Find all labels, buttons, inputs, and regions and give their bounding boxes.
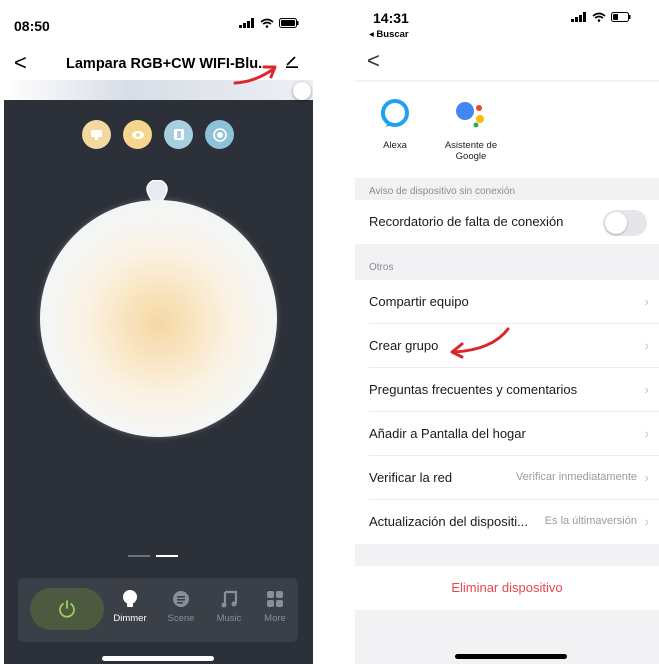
tab-label: Dimmer [113, 613, 147, 624]
status-time: 08:50 [14, 18, 50, 34]
offline-reminder-switch[interactable] [603, 210, 647, 236]
row-label: Compartir equipo [369, 294, 469, 309]
section-label-offline: Aviso de dispositivo sin conexión [369, 186, 516, 197]
switch-knob [605, 212, 627, 234]
battery-icon [279, 18, 299, 28]
back-icon[interactable]: < [14, 52, 27, 74]
tab-label: Scene [167, 613, 195, 624]
assistant-label: Alexa [383, 140, 407, 151]
page-dot-active[interactable] [156, 555, 178, 557]
row-firmware-update[interactable]: Actualización del dispositi... Es la últ… [355, 500, 659, 544]
status-icons [239, 18, 299, 28]
back-icon[interactable]: < [367, 50, 380, 72]
tab-dimmer[interactable]: Dimmer [110, 588, 150, 624]
bottom-tab-bar: Dimmer Scene Music More [18, 578, 298, 642]
tab-more[interactable]: More [255, 588, 295, 624]
strip-knob[interactable] [293, 82, 311, 100]
chevron-right-icon: › [644, 381, 649, 397]
status-time: 14:31 [373, 10, 409, 26]
row-label: Recordatorio de falta de conexión [369, 214, 564, 229]
eye-icon[interactable] [123, 120, 152, 149]
row-label: Verificar la red [369, 470, 453, 485]
tab-label: Music [216, 613, 242, 624]
power-icon [59, 600, 75, 618]
power-button[interactable] [30, 588, 104, 630]
row-label: Crear grupo [369, 338, 439, 353]
signal-icon [571, 12, 586, 22]
back-to-search-link[interactable]: ◂ Buscar [369, 29, 409, 40]
row-share-device[interactable]: Compartir equipo › [355, 280, 659, 324]
wifi-icon [260, 18, 274, 28]
white-light-icon[interactable] [82, 120, 111, 149]
red-arrow-annotation [233, 65, 277, 85]
row-value: Es la últimaversión [544, 515, 637, 527]
chevron-right-icon: › [644, 513, 649, 529]
row-offline-reminder[interactable]: Recordatorio de falta de conexión [355, 200, 659, 244]
chevron-right-icon: › [644, 337, 649, 353]
signal-icon [239, 18, 254, 28]
settings-header: 14:31 ◂ Buscar < [355, 0, 659, 80]
row-label: Añadir a Pantalla del hogar [369, 426, 526, 441]
red-arrow-annotation [450, 327, 510, 359]
light-mode-icons [82, 120, 234, 149]
color-temperature-wheel[interactable] [40, 200, 277, 437]
scene-icon [173, 591, 189, 607]
tab-label: More [264, 613, 286, 624]
section-label-others: Otros [369, 262, 394, 273]
row-label: Preguntas frecuentes y comentarios [369, 382, 578, 397]
google-assistant-icon [456, 102, 484, 128]
tab-scene[interactable]: Scene [161, 588, 201, 624]
alexa-icon [381, 99, 409, 127]
assistant-label: Asistente de Google [444, 140, 498, 162]
row-faq[interactable]: Preguntas frecuentes y comentarios › [355, 368, 659, 412]
home-indicator [455, 654, 567, 659]
bulb-icon [123, 590, 137, 607]
chevron-right-icon: › [644, 469, 649, 485]
tab-music[interactable]: Music [209, 588, 249, 624]
chevron-right-icon: › [644, 293, 649, 309]
remove-device-button[interactable]: Eliminar dispositivo [355, 566, 659, 610]
grid-icon [267, 591, 283, 607]
edit-pencil-icon[interactable] [285, 54, 299, 73]
square-icon[interactable] [164, 120, 193, 149]
lamp-control-screen: 08:50 < Lampara RGB+CW WIFI-Blu... Dimme… [4, 4, 313, 664]
chevron-right-icon: › [644, 425, 649, 441]
google-assistant-item[interactable]: Asistente de Google [436, 96, 506, 162]
row-value: Verificar inmediatamente [515, 471, 637, 483]
home-indicator [102, 656, 214, 661]
alexa-item[interactable]: Alexa [360, 96, 430, 151]
row-label: Actualización del dispositi... [369, 514, 528, 529]
row-check-network[interactable]: Verificar la red Verificar inmediatament… [355, 456, 659, 500]
music-icon [221, 590, 237, 608]
remove-device-label: Eliminar dispositivo [451, 580, 563, 595]
page-indicator [128, 555, 178, 557]
page-dot[interactable] [128, 555, 150, 557]
battery-icon [611, 12, 631, 22]
voice-assistants: Alexa Asistente de Google [355, 82, 659, 178]
target-icon[interactable] [205, 120, 234, 149]
row-add-home-screen[interactable]: Añadir a Pantalla del hogar › [355, 412, 659, 456]
status-icons [571, 12, 631, 22]
wifi-icon [592, 12, 606, 22]
